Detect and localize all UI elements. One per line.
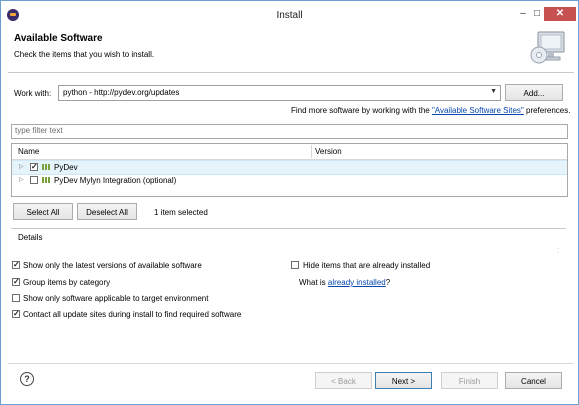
available-software-sites-link[interactable]: "Available Software Sites": [432, 106, 524, 115]
page-subtitle: Check the items that you wish to install…: [14, 50, 155, 59]
monitor-cd-icon: [530, 31, 565, 64]
work-with-combo[interactable]: python - http://pydev.org/updates ▼: [58, 85, 501, 101]
hide-installed-checkbox[interactable]: [291, 261, 299, 269]
column-header-name[interactable]: Name: [18, 147, 39, 156]
show-latest-label[interactable]: Show only the latest versions of availab…: [23, 261, 202, 270]
column-separator[interactable]: [311, 145, 312, 158]
filter-field[interactable]: [11, 124, 568, 139]
pydev-mylyn-checkbox[interactable]: [30, 176, 38, 184]
maximize-button[interactable]: □: [531, 7, 543, 21]
install-dialog: Install ‒ □ ✕ Available Software Check t…: [0, 0, 579, 405]
finish-button[interactable]: Finish: [441, 372, 498, 389]
show-applicable-checkbox[interactable]: [12, 294, 20, 302]
expand-arrow-icon[interactable]: ▷: [19, 163, 24, 170]
feature-package-icon: [42, 163, 52, 171]
close-button[interactable]: ✕: [544, 7, 576, 21]
contact-all-sites-checkbox[interactable]: ✓: [12, 310, 20, 318]
group-by-category-label[interactable]: Group items by category: [23, 278, 110, 287]
what-is-installed-text: What is already installed?: [299, 278, 390, 287]
footer-separator: [8, 363, 574, 364]
cancel-button[interactable]: Cancel: [505, 372, 562, 389]
page-title: Available Software: [14, 33, 103, 44]
already-installed-link[interactable]: already installed: [328, 278, 386, 287]
expand-arrow-icon[interactable]: ▷: [19, 176, 24, 183]
show-applicable-label[interactable]: Show only software applicable to target …: [23, 294, 208, 303]
selection-status: 1 item selected: [154, 208, 208, 217]
find-more-prefix: Find more software by working with the: [291, 106, 432, 115]
chevron-down-icon[interactable]: ▼: [490, 88, 497, 95]
back-button[interactable]: < Back: [315, 372, 372, 389]
title-bar: Install ‒ □ ✕: [1, 1, 578, 27]
column-header-version[interactable]: Version: [315, 147, 342, 156]
sash-grip-icon[interactable]: · ·: [557, 246, 559, 256]
deselect-all-button[interactable]: Deselect All: [77, 203, 137, 220]
software-tree[interactable]: Name Version ▷ ✓ PyDev ▷ PyDev Mylyn Int…: [11, 143, 568, 197]
work-with-label: Work with:: [14, 89, 52, 98]
contact-all-sites-label[interactable]: Contact all update sites during install …: [23, 310, 241, 319]
tree-row-label: PyDev: [54, 163, 78, 172]
tree-row-pydev-mylyn[interactable]: ▷ PyDev Mylyn Integration (optional): [12, 174, 567, 187]
feature-package-icon: [42, 176, 52, 184]
pydev-checkbox[interactable]: ✓: [30, 163, 38, 171]
select-all-button[interactable]: Select All: [13, 203, 73, 220]
next-button[interactable]: Next >: [375, 372, 432, 389]
details-label: Details: [18, 233, 43, 242]
what-is-suffix: ?: [385, 278, 391, 287]
tree-row-pydev[interactable]: ▷ ✓ PyDev: [12, 160, 567, 175]
details-section: Details: [11, 228, 566, 246]
group-by-category-checkbox[interactable]: ✓: [12, 278, 20, 286]
tree-row-label: PyDev Mylyn Integration (optional): [54, 176, 177, 185]
tree-header: Name Version: [12, 144, 567, 160]
work-with-value: python - http://pydev.org/updates: [63, 88, 180, 97]
find-more-suffix: preferences.: [523, 106, 571, 115]
minimize-button[interactable]: ‒: [517, 7, 529, 21]
add-site-button[interactable]: Add...: [505, 84, 563, 101]
show-latest-checkbox[interactable]: ✓: [12, 261, 20, 269]
what-is-prefix: What is: [299, 278, 328, 287]
filter-input[interactable]: [12, 125, 555, 136]
wizard-header: Available Software Check the items that …: [8, 28, 574, 73]
find-more-text: Find more software by working with the "…: [291, 106, 570, 115]
help-icon[interactable]: ?: [20, 372, 34, 386]
window-title: Install: [276, 10, 303, 21]
hide-installed-label[interactable]: Hide items that are already installed: [303, 261, 430, 270]
